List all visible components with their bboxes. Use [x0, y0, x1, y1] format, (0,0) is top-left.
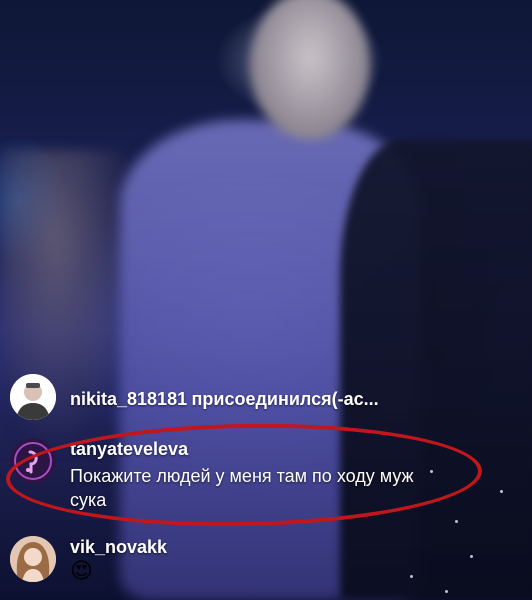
user-avatar-icon	[10, 536, 56, 582]
avatar[interactable]	[10, 438, 56, 484]
comment-text: Покажите людей у меня там по ходу муж су…	[70, 466, 414, 510]
comment-item[interactable]: tanyateveleva Покажите людей у меня там …	[10, 438, 420, 512]
comment-item[interactable]: vik_novakk 😍	[10, 536, 167, 584]
comment-username[interactable]: nikita_818181	[70, 389, 187, 409]
sparkle	[445, 590, 448, 593]
avatar[interactable]	[10, 374, 56, 420]
user-avatar-icon	[10, 438, 56, 484]
comment-username[interactable]: vik_novakk	[70, 536, 167, 558]
avatar[interactable]	[10, 536, 56, 582]
comment-username[interactable]: tanyateveleva	[70, 438, 420, 460]
heart-eyes-emoji-icon: 😍	[70, 558, 93, 583]
join-message: присоединился(-ас...	[191, 389, 379, 409]
user-avatar-icon	[10, 374, 56, 420]
sparkle	[500, 490, 503, 493]
sparkle	[410, 575, 413, 578]
comment-item[interactable]: nikita_818181 присоединился(-ас...	[10, 374, 379, 420]
performer-head	[250, 0, 370, 140]
sparkle	[470, 555, 473, 558]
live-video-background: nikita_818181 присоединился(-ас... tanya…	[0, 0, 532, 600]
sparkle	[430, 470, 433, 473]
foreground-person	[340, 140, 532, 600]
sparkle	[455, 520, 458, 523]
